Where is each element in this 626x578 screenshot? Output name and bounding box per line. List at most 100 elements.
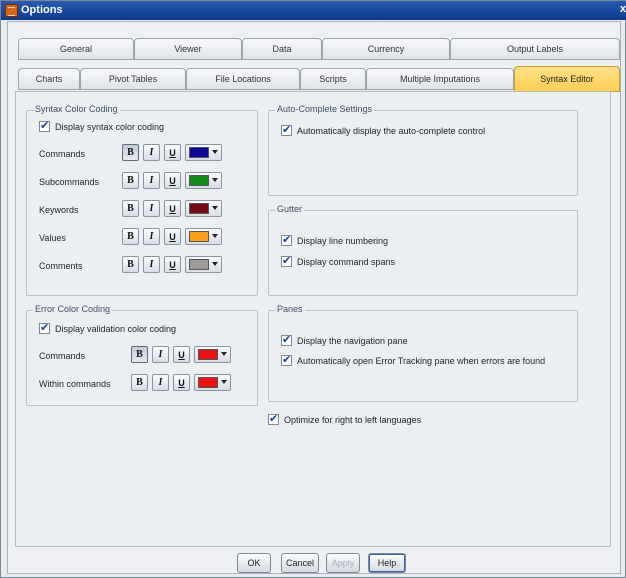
chevron-down-icon — [212, 206, 218, 210]
display-validation-color-checkbox[interactable]: Display validation color coding — [39, 321, 177, 334]
ok-button[interactable]: OK — [237, 553, 271, 573]
syntax-color-group: Syntax Color Coding Display syntax color… — [26, 104, 258, 296]
comments-color-dropdown[interactable] — [185, 256, 222, 273]
commands-label: Commands — [39, 149, 86, 159]
error-commands-bold-button[interactable]: B — [131, 346, 148, 363]
rtl-checkbox[interactable]: Optimize for right to left languages — [268, 412, 422, 425]
values-color-dropdown[interactable] — [185, 228, 222, 245]
tab-scripts[interactable]: Scripts — [300, 68, 366, 90]
chevron-down-icon — [221, 352, 227, 356]
close-button[interactable]: x — [620, 3, 626, 15]
help-button[interactable]: Help — [368, 553, 406, 573]
line-numbering-label: Display line numbering — [297, 235, 389, 246]
command-spans-label: Display command spans — [297, 256, 396, 267]
comments-underline-button[interactable]: U — [164, 256, 181, 273]
checkmark-icon — [39, 119, 50, 132]
options-dialog: Options x General Viewer Data Currency O… — [0, 0, 626, 578]
commands-color-dropdown[interactable] — [185, 144, 222, 161]
window-title: Options — [21, 4, 63, 16]
subcommands-italic-button[interactable]: I — [143, 172, 160, 189]
comments-bold-button[interactable]: B — [122, 256, 139, 273]
commands-bold-button[interactable]: B — [122, 144, 139, 161]
within-commands-label: Within commands — [39, 379, 111, 389]
color-swatch — [198, 349, 218, 360]
navigation-pane-label: Display the navigation pane — [297, 335, 408, 346]
autocomplete-checkbox[interactable]: Automatically display the auto-complete … — [281, 123, 486, 136]
title-bar: Options x — [1, 1, 626, 20]
values-label: Values — [39, 233, 66, 243]
keywords-bold-button[interactable]: B — [122, 200, 139, 217]
error-commands-color-dropdown[interactable] — [194, 346, 231, 363]
tab-data[interactable]: Data — [242, 38, 322, 60]
checkmark-icon — [39, 321, 50, 334]
checkmark-icon — [281, 123, 292, 136]
keywords-italic-button[interactable]: I — [143, 200, 160, 217]
error-tracking-pane-label: Automatically open Error Tracking pane w… — [297, 355, 546, 366]
options-app-icon — [5, 4, 18, 17]
color-swatch — [189, 231, 209, 242]
color-swatch — [189, 147, 209, 158]
comments-label: Comments — [39, 261, 83, 271]
tab-output-labels[interactable]: Output Labels — [450, 38, 620, 60]
syntax-color-title: Syntax Color Coding — [33, 104, 120, 114]
display-syntax-color-checkbox[interactable]: Display syntax color coding — [39, 119, 165, 132]
chevron-down-icon — [212, 234, 218, 238]
error-commands-underline-button[interactable]: U — [173, 346, 190, 363]
within-commands-color-dropdown[interactable] — [194, 374, 231, 391]
checkmark-icon — [281, 254, 292, 267]
tab-general[interactable]: General — [18, 38, 134, 60]
gutter-title: Gutter — [275, 204, 305, 214]
within-commands-italic-button[interactable]: I — [152, 374, 169, 391]
error-commands-label: Commands — [39, 351, 86, 361]
values-bold-button[interactable]: B — [122, 228, 139, 245]
chevron-down-icon — [221, 380, 227, 384]
keywords-underline-button[interactable]: U — [164, 200, 181, 217]
tab-currency[interactable]: Currency — [322, 38, 450, 60]
commands-underline-button[interactable]: U — [164, 144, 181, 161]
panes-group: Panes Display the navigation pane Automa… — [268, 304, 578, 402]
gutter-group: Gutter Display line numbering Display co… — [268, 204, 578, 296]
tab-viewer[interactable]: Viewer — [134, 38, 242, 60]
cancel-button[interactable]: Cancel — [281, 553, 319, 573]
display-validation-color-label: Display validation color coding — [55, 323, 177, 334]
error-tracking-pane-checkbox[interactable]: Automatically open Error Tracking pane w… — [281, 353, 546, 366]
commands-italic-button[interactable]: I — [143, 144, 160, 161]
tab-file-locations[interactable]: File Locations — [186, 68, 300, 90]
apply-button[interactable]: Apply — [326, 553, 360, 573]
syntax-editor-panel: Syntax Color Coding Display syntax color… — [15, 91, 611, 547]
values-italic-button[interactable]: I — [143, 228, 160, 245]
subcommands-color-dropdown[interactable] — [185, 172, 222, 189]
error-commands-italic-button[interactable]: I — [152, 346, 169, 363]
autocomplete-label: Automatically display the auto-complete … — [297, 125, 486, 136]
values-underline-button[interactable]: U — [164, 228, 181, 245]
panes-title: Panes — [275, 304, 305, 314]
keywords-color-dropdown[interactable] — [185, 200, 222, 217]
command-spans-checkbox[interactable]: Display command spans — [281, 254, 396, 267]
within-commands-bold-button[interactable]: B — [131, 374, 148, 391]
comments-italic-button[interactable]: I — [143, 256, 160, 273]
tab-pivot-tables[interactable]: Pivot Tables — [80, 68, 186, 90]
color-swatch — [189, 175, 209, 186]
autocomplete-title: Auto-Complete Settings — [275, 104, 375, 114]
chevron-down-icon — [212, 262, 218, 266]
error-color-title: Error Color Coding — [33, 304, 113, 314]
color-swatch — [189, 259, 209, 270]
display-syntax-color-label: Display syntax color coding — [55, 121, 165, 132]
checkmark-icon — [268, 412, 279, 425]
autocomplete-group: Auto-Complete Settings Automatically dis… — [268, 104, 578, 196]
line-numbering-checkbox[interactable]: Display line numbering — [281, 233, 389, 246]
tab-multiple-imputations[interactable]: Multiple Imputations — [366, 68, 514, 90]
within-commands-underline-button[interactable]: U — [173, 374, 190, 391]
error-color-group: Error Color Coding Display validation co… — [26, 304, 258, 406]
subcommands-bold-button[interactable]: B — [122, 172, 139, 189]
checkmark-icon — [281, 233, 292, 246]
tab-charts[interactable]: Charts — [18, 68, 80, 90]
keywords-label: Keywords — [39, 205, 79, 215]
color-swatch — [189, 203, 209, 214]
navigation-pane-checkbox[interactable]: Display the navigation pane — [281, 333, 408, 346]
chevron-down-icon — [212, 150, 218, 154]
tab-syntax-editor[interactable]: Syntax Editor — [514, 66, 620, 92]
subcommands-underline-button[interactable]: U — [164, 172, 181, 189]
rtl-label: Optimize for right to left languages — [284, 414, 422, 425]
subcommands-label: Subcommands — [39, 177, 100, 187]
